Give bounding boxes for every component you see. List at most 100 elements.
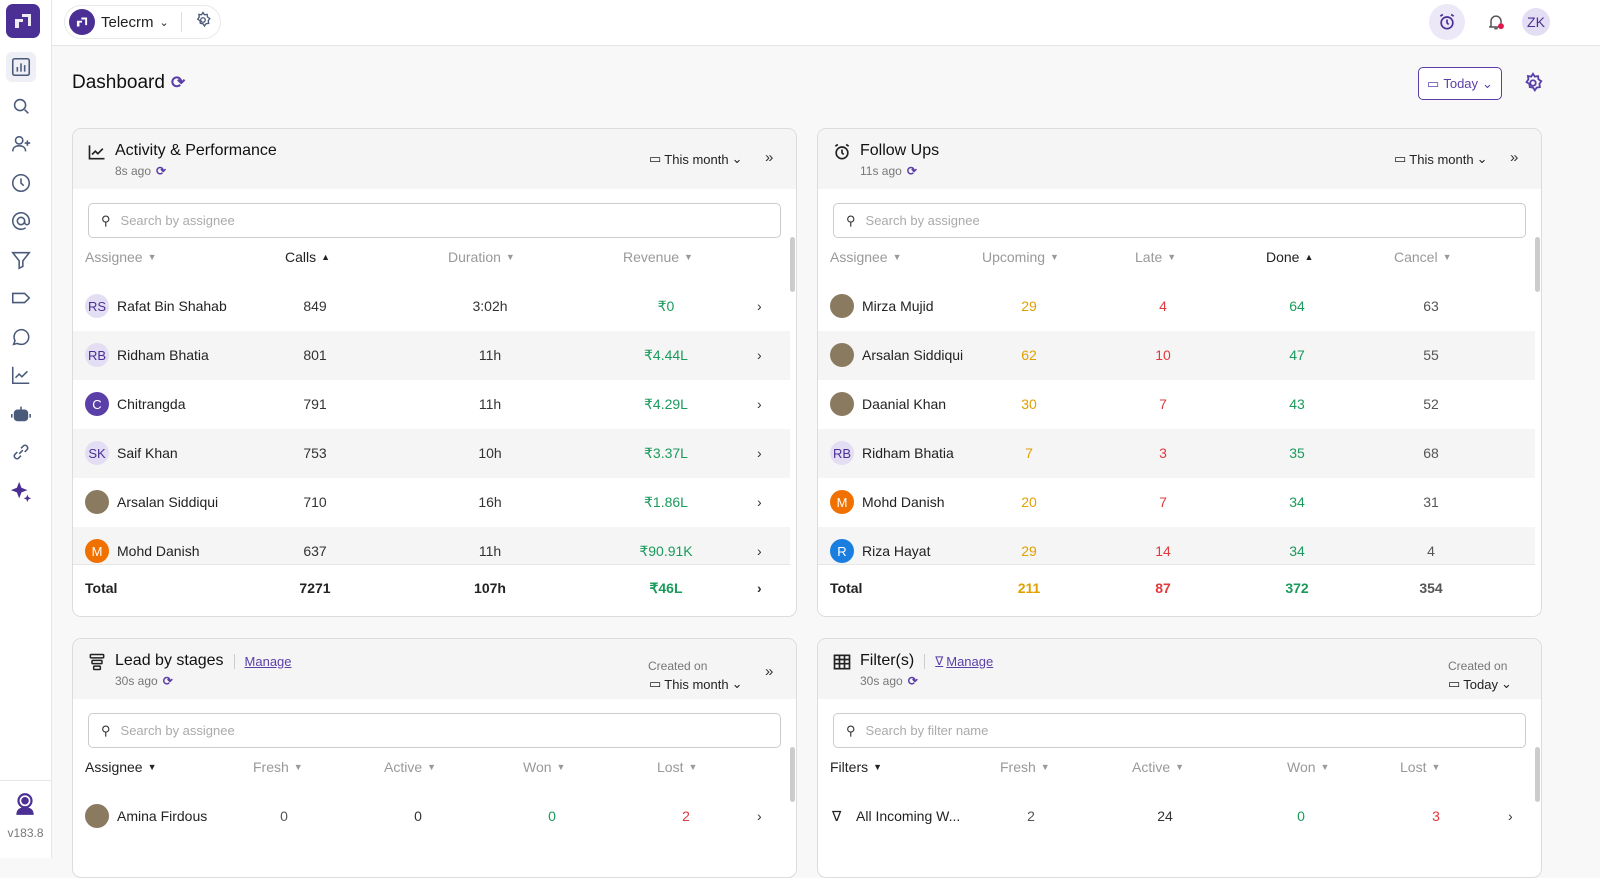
- table-row[interactable]: ∇ All Incoming W... 2 24 0 3 ›: [818, 792, 1535, 841]
- clock-icon[interactable]: [6, 168, 36, 198]
- trend-chart-icon[interactable]: [6, 360, 36, 390]
- bar-chart-icon[interactable]: [6, 52, 36, 82]
- table-row[interactable]: RS Rafat Bin Shahab 849 3:02h ₹0 ›: [73, 282, 790, 331]
- table-row[interactable]: SK Saif Khan 753 10h ₹3.37L ›: [73, 429, 790, 478]
- column-header[interactable]: Upcoming ▼: [982, 249, 1059, 265]
- period-dropdown[interactable]: ▭ Today ⌄: [1448, 676, 1512, 692]
- search-input[interactable]: [868, 714, 1508, 747]
- column-header[interactable]: Calls ▲: [285, 249, 330, 265]
- column-header[interactable]: Lost ▼: [1400, 759, 1440, 775]
- notifications-bell-icon[interactable]: [1478, 4, 1514, 40]
- cell-cancel: 63: [1423, 298, 1439, 314]
- column-header[interactable]: Done ▲: [1266, 249, 1313, 265]
- column-header[interactable]: Won ▼: [523, 759, 565, 775]
- row-name: Ridham Bhatia: [862, 445, 954, 461]
- search-input[interactable]: [868, 204, 1508, 237]
- alarm-clock-icon: [832, 142, 852, 167]
- cell-calls: 753: [303, 445, 327, 461]
- period-dropdown[interactable]: ▭ This month ⌄: [649, 676, 743, 692]
- date-filter-button[interactable]: ▭ Today ⌄: [1418, 67, 1502, 100]
- chevron-right-icon[interactable]: ›: [757, 396, 762, 412]
- reminder-alarm-button[interactable]: [1429, 4, 1465, 40]
- table-row[interactable]: Arsalan Siddiqui 710 16h ₹1.86L ›: [73, 478, 790, 527]
- last-updated: 8s ago ⟳: [115, 164, 166, 178]
- chevron-right-icon[interactable]: ›: [757, 445, 762, 461]
- whatsapp-icon[interactable]: [6, 322, 36, 352]
- column-header[interactable]: Fresh ▼: [253, 759, 303, 775]
- search-input[interactable]: [123, 204, 763, 237]
- workspace-switcher[interactable]: Telecrm ⌄: [64, 5, 221, 39]
- manage-link[interactable]: ∇ Manage: [924, 653, 993, 669]
- search-box[interactable]: ⚲ Search by assignee: [88, 203, 781, 238]
- refresh-icon[interactable]: ⟳: [156, 164, 166, 178]
- chevron-right-icon[interactable]: ›: [1508, 808, 1513, 824]
- column-header[interactable]: Cancel ▼: [1394, 249, 1452, 265]
- table-row[interactable]: M Mohd Danish 20 7 34 31: [818, 478, 1535, 527]
- total-upcoming: 211: [1017, 580, 1041, 596]
- search-box[interactable]: ⚲ Search by assignee: [88, 713, 781, 748]
- table-row[interactable]: RB Ridham Bhatia 801 11h ₹4.44L ›: [73, 331, 790, 380]
- scrollbar[interactable]: [790, 237, 795, 292]
- chevron-right-icon[interactable]: ›: [757, 808, 762, 824]
- scrollbar[interactable]: [1535, 237, 1540, 292]
- chevron-right-icon[interactable]: ›: [757, 543, 762, 559]
- search-box[interactable]: ⚲ Search by filter name: [833, 713, 1526, 748]
- column-header[interactable]: Revenue ▼: [623, 249, 693, 265]
- chevron-right-icon[interactable]: ›: [757, 494, 762, 510]
- table-row[interactable]: C Chitrangda 791 11h ₹4.29L ›: [73, 380, 790, 429]
- column-header[interactable]: Assignee ▼: [830, 249, 902, 265]
- chevron-right-icon[interactable]: ›: [757, 298, 762, 314]
- column-header[interactable]: Late ▼: [1135, 249, 1176, 265]
- column-header[interactable]: Assignee ▼: [85, 759, 157, 775]
- column-header[interactable]: Lost ▼: [657, 759, 697, 775]
- table-row[interactable]: Arsalan Siddiqui 62 10 47 55: [818, 331, 1535, 380]
- column-header[interactable]: Won ▼: [1287, 759, 1329, 775]
- chevron-right-icon[interactable]: ›: [757, 580, 762, 596]
- expand-icon[interactable]: »: [765, 149, 773, 166]
- refresh-icon[interactable]: ⟳: [908, 674, 918, 688]
- search-icon[interactable]: [6, 91, 36, 121]
- search-box[interactable]: ⚲ Search by assignee: [833, 203, 1526, 238]
- row-name: All Incoming W...: [856, 808, 961, 824]
- cell-late: 7: [1159, 494, 1167, 510]
- cell-calls: 801: [303, 347, 327, 363]
- cell-cancel: 68: [1423, 445, 1439, 461]
- dashboard-settings-icon[interactable]: [1522, 72, 1544, 99]
- table-row[interactable]: Amina Firdous 0 0 0 2 ›: [73, 792, 790, 841]
- column-header[interactable]: Filters ▼: [830, 759, 882, 775]
- scrollbar[interactable]: [1535, 747, 1540, 802]
- filter-icon[interactable]: [6, 245, 36, 275]
- expand-icon[interactable]: »: [1510, 149, 1518, 166]
- column-header[interactable]: Duration ▼: [448, 249, 515, 265]
- user-avatar[interactable]: ZK: [1522, 8, 1550, 36]
- search-input[interactable]: [123, 714, 763, 747]
- table-row[interactable]: Mirza Mujid 29 4 64 63: [818, 282, 1535, 331]
- column-header[interactable]: Assignee ▼: [85, 249, 157, 265]
- link-icon[interactable]: [6, 437, 36, 467]
- refresh-icon[interactable]: ⟳: [163, 674, 173, 688]
- period-dropdown[interactable]: ▭ This month ⌄: [1394, 151, 1488, 167]
- table-row[interactable]: Daanial Khan 30 7 43 52: [818, 380, 1535, 429]
- column-label: Lost: [1400, 759, 1427, 775]
- at-sign-icon[interactable]: [6, 206, 36, 236]
- manage-link[interactable]: Manage: [233, 653, 292, 669]
- sparkle-icon[interactable]: [6, 476, 36, 506]
- column-header[interactable]: Active ▼: [1132, 759, 1184, 775]
- support-agent-icon[interactable]: [12, 791, 38, 822]
- add-user-icon[interactable]: [6, 129, 36, 159]
- app-logo[interactable]: [6, 4, 40, 38]
- cell-done: 47: [1289, 347, 1305, 363]
- robot-icon[interactable]: [6, 399, 36, 429]
- settings-icon[interactable]: [194, 10, 212, 34]
- refresh-icon[interactable]: ⟳: [907, 164, 917, 178]
- refresh-icon[interactable]: ⟳: [171, 73, 185, 93]
- tag-icon[interactable]: [6, 283, 36, 313]
- table-row[interactable]: RB Ridham Bhatia 7 3 35 68: [818, 429, 1535, 478]
- column-header[interactable]: Active ▼: [384, 759, 436, 775]
- column-header[interactable]: Fresh ▼: [1000, 759, 1050, 775]
- scrollbar[interactable]: [790, 747, 795, 802]
- expand-icon[interactable]: »: [765, 663, 773, 680]
- cell-won: 0: [1297, 808, 1305, 824]
- period-dropdown[interactable]: ▭ This month ⌄: [649, 151, 743, 167]
- chevron-right-icon[interactable]: ›: [757, 347, 762, 363]
